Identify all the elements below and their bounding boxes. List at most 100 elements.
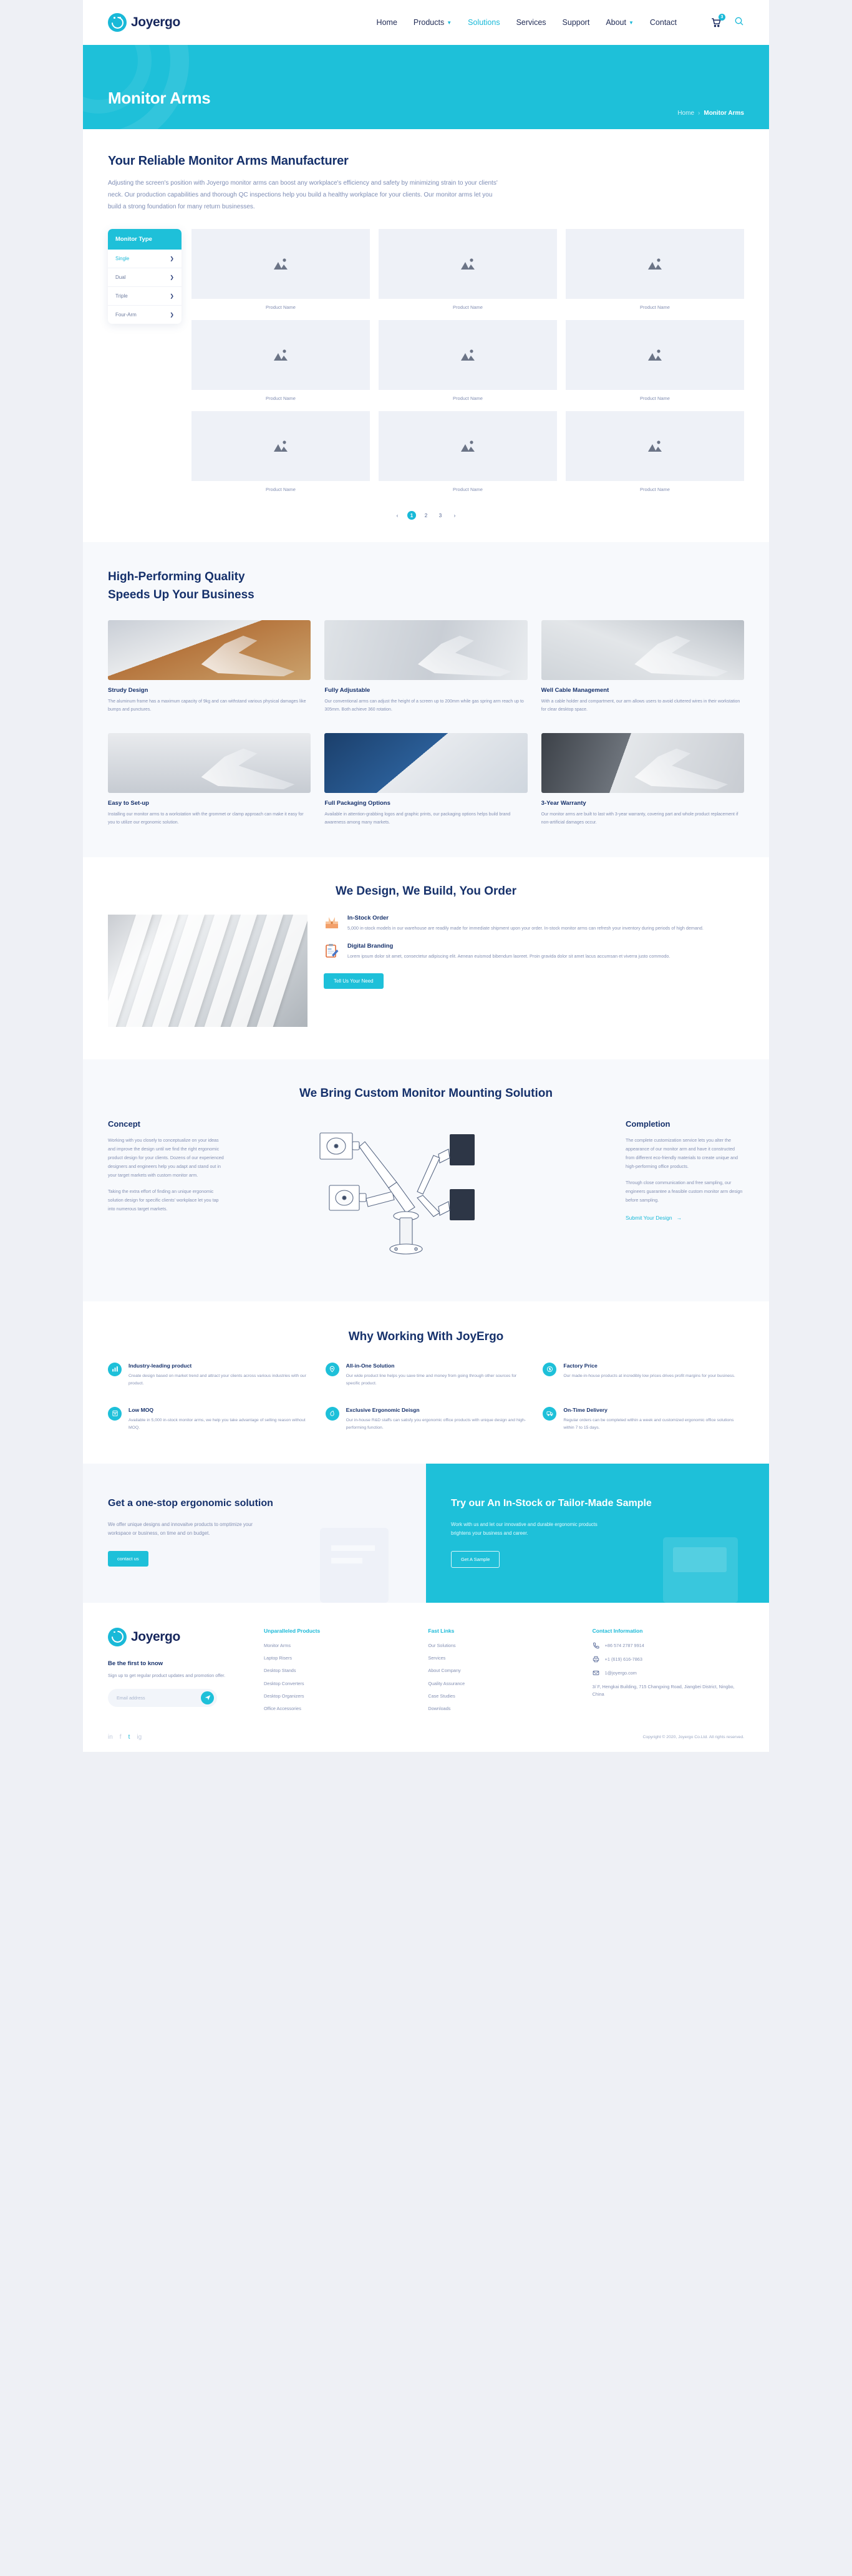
tell-us-your-need-button[interactable]: Tell Us Your Need — [324, 973, 384, 989]
subscribe-button[interactable] — [201, 1691, 214, 1704]
completion-paragraph-1: The complete customization service lets … — [626, 1137, 738, 1169]
footer-link-about-company[interactable]: About Company — [428, 1667, 579, 1674]
contact-phone: +86 574 2787 9914 — [604, 1642, 644, 1648]
dbo-row-title: Digital Branding — [347, 942, 394, 950]
feature-title: Strudy Design — [108, 687, 148, 694]
product-card[interactable]: Product Name — [566, 411, 744, 492]
product-thumbnail — [566, 229, 744, 299]
custom-solution-section: We Bring Custom Monitor Mounting Solutio… — [83, 1059, 769, 1301]
nav-item-solutions[interactable]: Solutions — [468, 18, 500, 27]
concept-heading: Concept — [108, 1119, 140, 1129]
feature-image-sturdy-design — [108, 620, 311, 680]
site-logo[interactable]: Joyergo — [108, 13, 180, 32]
filter-item-single[interactable]: Single ❯ — [108, 250, 182, 268]
pagination-prev[interactable]: ‹ — [393, 511, 402, 520]
cta-right-desc: Work with us and let our innovative and … — [451, 1521, 598, 1537]
nav-item-about[interactable]: About ▼ — [606, 18, 634, 27]
why-item-title: Low MOQ — [128, 1406, 154, 1413]
why-item-low-moq: Low MOQ Available in 5,000 in-stock monit… — [108, 1406, 309, 1432]
footer-link-our-solutions[interactable]: Our Solutions — [428, 1642, 579, 1649]
nav-item-support[interactable]: Support — [563, 18, 590, 27]
product-card[interactable]: Product Name — [191, 229, 370, 310]
filter-item-dual[interactable]: Dual ❯ — [108, 268, 182, 287]
contact-address: 3/ F, Hengkai Building, 715 Changxing Ro… — [592, 1683, 735, 1698]
why-item-desc: Available in 5,000 in-stock monitor arms… — [128, 1417, 306, 1431]
contact-email-row[interactable]: 1@joyergo.com — [593, 1670, 744, 1676]
breadcrumb-home[interactable]: Home — [677, 110, 694, 117]
product-card[interactable]: Product Name — [566, 229, 744, 310]
submit-your-design-link[interactable]: Submit Your Design → — [626, 1215, 682, 1221]
completion-paragraph-2: Through close communication and free sam… — [626, 1179, 743, 1203]
footer-link-office-accessories[interactable]: Office Accessories — [264, 1705, 415, 1712]
custom-body: Concept Working with you closely to conc… — [108, 1119, 744, 1269]
nav-item-home[interactable]: Home — [377, 18, 397, 27]
product-thumbnail — [566, 411, 744, 481]
twitter-icon[interactable]: t — [128, 1734, 130, 1741]
product-card[interactable]: Product Name — [566, 320, 744, 401]
intro-title: Your Reliable Monitor Arms Manufacturer — [108, 154, 349, 168]
linkedin-icon[interactable]: in — [108, 1734, 113, 1741]
footer-link-case-studies[interactable]: Case Studies — [428, 1693, 579, 1699]
nav-item-services[interactable]: Services — [516, 18, 546, 27]
delivery-truck-icon — [543, 1406, 557, 1421]
product-thumbnail — [191, 411, 370, 481]
footer-link-desktop-converters[interactable]: Desktop Converters — [264, 1680, 415, 1687]
chevron-down-icon: ▼ — [628, 19, 634, 26]
custom-title: We Bring Custom Monitor Mounting Solutio… — [299, 1086, 553, 1100]
facebook-icon[interactable]: f — [120, 1734, 122, 1741]
intro-paragraph: Adjusting the screen's position with Joy… — [108, 180, 498, 210]
footer-link-laptop-risers[interactable]: Laptop Risers — [264, 1655, 415, 1661]
filter-item-triple[interactable]: Triple ❯ — [108, 287, 182, 306]
get-a-sample-button[interactable]: Get A Sample — [451, 1550, 500, 1568]
chevron-right-icon: ❯ — [170, 312, 174, 318]
nav-item-contact[interactable]: Contact — [650, 18, 677, 27]
contact-fax-row[interactable]: +1 (619) 616-7863 — [593, 1656, 744, 1663]
product-card[interactable]: Product Name — [191, 411, 370, 492]
cart-badge: 3 — [719, 14, 725, 21]
feature-desc: Our conventional arms can adjust the hei… — [324, 699, 524, 712]
joyergo-logo-icon — [108, 13, 127, 32]
products-section: Monitor Type Single ❯ Dual ❯ Triple ❯ Fo… — [83, 213, 769, 492]
footer-link-desktop-stands[interactable]: Desktop Stands — [264, 1667, 415, 1674]
cta-right-panel: Try our An In-Stock or Tailor-Made Sampl… — [426, 1464, 769, 1603]
product-card[interactable]: Product Name — [191, 320, 370, 401]
chevron-down-icon: ▼ — [447, 19, 452, 26]
header-icons: 3 — [710, 14, 744, 29]
contact-phone-row[interactable]: +86 574 2787 9914 — [593, 1642, 744, 1649]
footer-link-quality-assurance[interactable]: Quality Assurance — [428, 1680, 579, 1687]
product-card[interactable]: Product Name — [379, 229, 557, 310]
box-decoration-icon — [663, 1537, 738, 1603]
pagination-page-1[interactable]: 1 — [407, 511, 416, 520]
footer-logo[interactable]: Joyergo — [108, 1627, 251, 1646]
filter-item-four-arm[interactable]: Four-Arm ❯ — [108, 306, 182, 324]
nav-item-products[interactable]: Products ▼ — [414, 18, 452, 27]
contact-email: 1@joyergo.com — [604, 1670, 637, 1676]
why-item-desc: Our wide product line helps you save tim… — [346, 1373, 517, 1386]
contact-us-button[interactable]: contact us — [108, 1550, 148, 1567]
breadcrumb-separator: › — [698, 110, 700, 117]
main-nav: Home Products ▼ Solutions Services Suppor… — [377, 14, 744, 29]
product-name: Product Name — [266, 396, 296, 401]
why-item-title: Factory Price — [563, 1362, 598, 1369]
newsletter-desc: Sign up to get regular product updates a… — [108, 1672, 226, 1678]
product-card[interactable]: Product Name — [379, 320, 557, 401]
pagination-page-2[interactable]: 2 — [422, 511, 430, 520]
email-input[interactable] — [117, 1694, 201, 1701]
footer-link-services[interactable]: Services — [428, 1655, 579, 1661]
submit-design-label: Submit Your Design — [626, 1214, 672, 1221]
footer-link-downloads[interactable]: Downloads — [428, 1705, 579, 1712]
dbo-row-desc: Lorem ipsum dolor sit amet, consectetur … — [347, 953, 670, 959]
pagination-page-3[interactable]: 3 — [436, 511, 445, 520]
instagram-icon[interactable]: ig — [137, 1734, 142, 1741]
footer-link-monitor-arms[interactable]: Monitor Arms — [264, 1642, 415, 1649]
location-heart-icon — [325, 1362, 339, 1376]
cart-icon[interactable]: 3 — [710, 14, 725, 28]
product-name: Product Name — [453, 396, 483, 401]
search-icon[interactable] — [734, 16, 744, 29]
footer-link-desktop-organizers[interactable]: Desktop Organizers — [264, 1693, 415, 1699]
design-build-order-section: We Design, We Build, You Order In-Stock … — [83, 857, 769, 1059]
product-card[interactable]: Product Name — [379, 411, 557, 492]
cta-section: Get a one-stop ergonomic solution We off… — [83, 1464, 769, 1603]
factory-photo — [108, 914, 307, 1027]
pagination-next[interactable]: › — [450, 511, 459, 520]
